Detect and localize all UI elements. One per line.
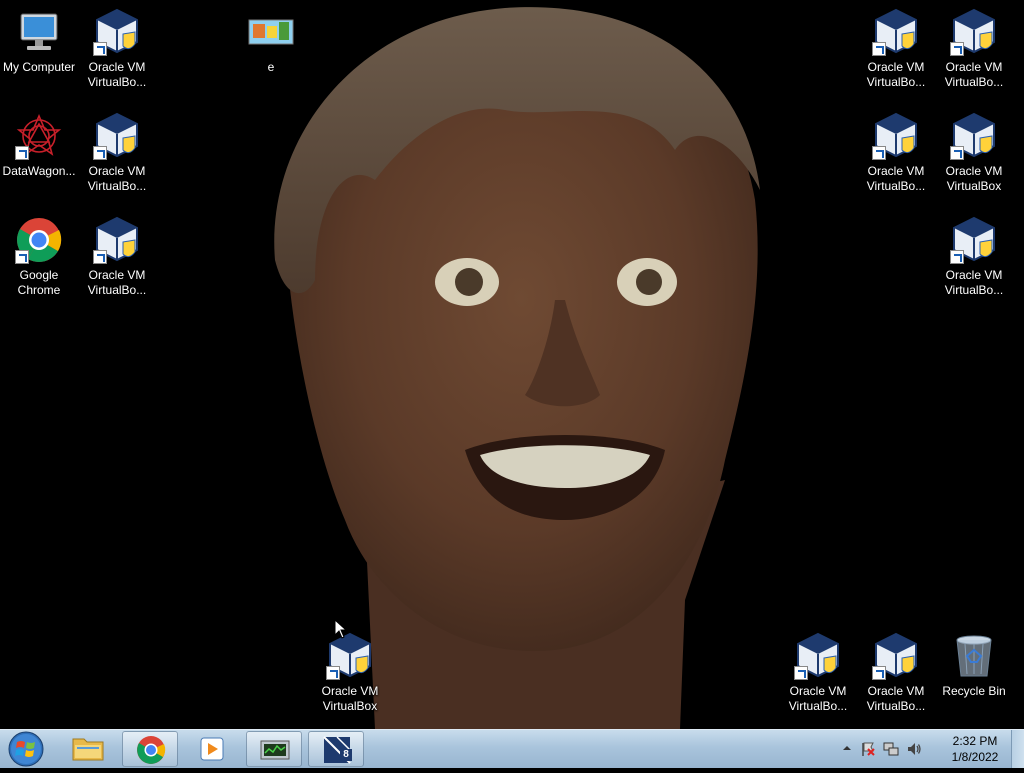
shortcut-arrow-icon	[950, 146, 964, 160]
shortcut-arrow-icon	[950, 250, 964, 264]
notification-area: 2:32 PM 1/8/2022	[834, 730, 1024, 768]
media-player-icon	[200, 737, 224, 761]
icon-label: My Computer	[2, 60, 76, 74]
virtualbox-icon	[93, 112, 141, 160]
network-icon[interactable]	[883, 741, 899, 757]
virtualbox-icon	[872, 632, 920, 680]
google-chrome-shortcut[interactable]: Google Chrome	[0, 210, 78, 310]
chrome-icon	[137, 736, 166, 764]
recycle-bin-icon	[950, 632, 998, 680]
virtualbox-shortcut[interactable]: Oracle VM VirtualBo...	[935, 210, 1013, 310]
virtualbox-icon	[794, 632, 842, 680]
taskbar-virtualbox-button[interactable]: 8	[308, 731, 364, 767]
icon-label: Oracle VM VirtualBo...	[944, 60, 1004, 89]
icon-label: Oracle VM VirtualBo...	[944, 268, 1004, 297]
taskbar-badge: 8	[340, 749, 352, 761]
shortcut-arrow-icon	[872, 666, 886, 680]
shortcut-arrow-icon	[93, 146, 107, 160]
icon-label: Oracle VM VirtualBo...	[866, 684, 926, 713]
virtualbox-shortcut[interactable]: Oracle VM VirtualBo...	[78, 106, 156, 206]
taskbar-media-player-button[interactable]	[184, 731, 240, 767]
icon-label: DataWagon...	[2, 164, 76, 178]
virtualbox-shortcut[interactable]: Oracle VM VirtualBo...	[857, 106, 935, 206]
shortcut-arrow-icon	[15, 146, 29, 160]
show-hidden-icons-icon[interactable]	[842, 743, 852, 753]
taskbar-task-manager-button[interactable]	[246, 731, 302, 767]
shortcut-arrow-icon	[872, 42, 886, 56]
virtualbox-icon	[950, 216, 998, 264]
datawagon-shortcut[interactable]: DataWagon...	[0, 106, 78, 206]
icon-label: Google Chrome	[17, 268, 61, 297]
shortcut-arrow-icon	[93, 250, 107, 264]
shortcut-arrow-icon	[794, 666, 808, 680]
mouse-pointer-icon	[334, 619, 348, 639]
taskbar: 8 2:32 PM 1/8/2022	[0, 729, 1024, 768]
recycle-bin-icon-shortcut[interactable]: Recycle Bin	[935, 626, 1013, 726]
e-image-shortcut[interactable]: e	[232, 2, 310, 102]
taskbar-explorer-button[interactable]	[60, 731, 116, 767]
virtualbox-icon	[93, 216, 141, 264]
icon-label: Oracle VM VirtualBox	[945, 164, 1003, 193]
volume-icon[interactable]	[906, 741, 922, 757]
virtualbox-icon	[872, 8, 920, 56]
clock-time: 2:32 PM	[952, 734, 998, 748]
desktop[interactable]: My Computer Oracle VM VirtualBo... e Ora…	[0, 0, 1024, 729]
virtualbox-shortcut[interactable]: Oracle VM VirtualBox	[311, 626, 389, 726]
virtualbox-shortcut[interactable]: Oracle VM VirtualBo...	[779, 626, 857, 726]
virtualbox-shortcut[interactable]: Oracle VM VirtualBox	[935, 106, 1013, 206]
image-thumbnail-icon	[247, 8, 295, 56]
icon-label: Oracle VM VirtualBo...	[866, 60, 926, 89]
icon-label: Oracle VM VirtualBox	[321, 684, 379, 713]
icon-label: Oracle VM VirtualBo...	[788, 684, 848, 713]
shortcut-arrow-icon	[15, 250, 29, 264]
datawagon-icon	[15, 112, 63, 160]
shortcut-arrow-icon	[93, 42, 107, 56]
icon-label: Oracle VM VirtualBo...	[87, 60, 147, 89]
icon-label: Oracle VM VirtualBo...	[866, 164, 926, 193]
shortcut-arrow-icon	[872, 146, 886, 160]
virtualbox-icon	[326, 632, 374, 680]
icon-label: Recycle Bin	[942, 684, 1006, 698]
virtualbox-icon	[872, 112, 920, 160]
virtualbox-shortcut[interactable]: Oracle VM VirtualBo...	[78, 2, 156, 102]
shortcut-arrow-icon	[950, 42, 964, 56]
virtualbox-icon	[950, 8, 998, 56]
icon-label: Oracle VM VirtualBo...	[87, 268, 147, 297]
computer-icon	[15, 8, 63, 56]
shortcut-arrow-icon	[326, 666, 340, 680]
chrome-icon	[15, 216, 63, 264]
virtualbox-shortcut[interactable]: Oracle VM VirtualBo...	[935, 2, 1013, 102]
clock[interactable]: 2:32 PM 1/8/2022	[940, 733, 1010, 765]
windows-logo-icon	[8, 731, 44, 767]
virtualbox-shortcut[interactable]: Oracle VM VirtualBo...	[857, 626, 935, 726]
icon-label: Oracle VM VirtualBo...	[87, 164, 147, 193]
virtualbox-icon	[93, 8, 141, 56]
task-manager-icon	[260, 740, 290, 760]
virtualbox-icon	[323, 736, 351, 764]
wallpaper-image	[274, 7, 760, 729]
taskbar-chrome-button[interactable]	[122, 731, 178, 767]
virtualbox-icon	[950, 112, 998, 160]
action-center-flag-icon[interactable]	[860, 741, 876, 757]
virtualbox-shortcut[interactable]: Oracle VM VirtualBo...	[857, 2, 935, 102]
folder-icon	[72, 738, 104, 761]
start-button[interactable]	[4, 730, 48, 768]
clock-date: 1/8/2022	[951, 750, 999, 764]
icon-label: e	[267, 60, 275, 74]
virtualbox-shortcut[interactable]: Oracle VM VirtualBo...	[78, 210, 156, 310]
show-desktop-button[interactable]	[1011, 730, 1024, 768]
my-computer-icon-shortcut[interactable]: My Computer	[0, 2, 78, 102]
